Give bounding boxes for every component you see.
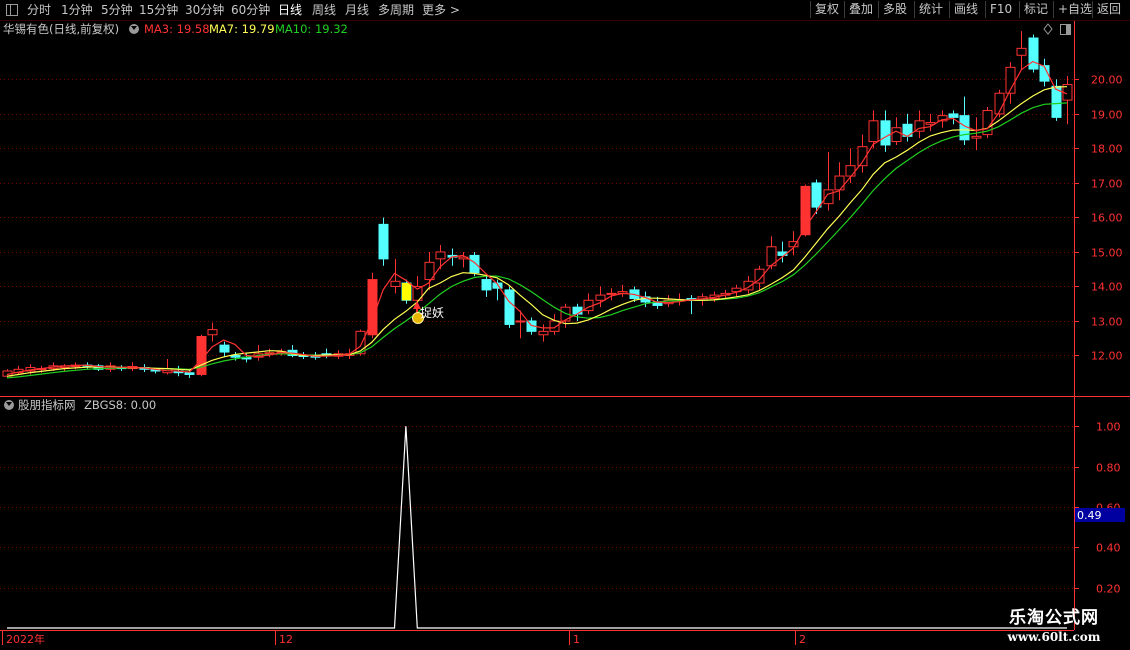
year-label: 2022年 [6,632,45,646]
candle-body [971,135,982,139]
candlestick [515,310,526,339]
candle-body [219,344,230,353]
candlestick [583,293,594,315]
candlestick [162,358,173,375]
candlestick [800,184,811,237]
candlestick [811,179,822,214]
candlestick [253,345,264,361]
candle-body [948,113,959,118]
indicator-tick-label: 1.00 [1096,421,1121,434]
candlestick [766,236,777,270]
candlestick [469,251,480,277]
indicator-tick-label: 0.20 [1096,583,1121,596]
candle-body [515,320,526,323]
candle-body [435,251,446,260]
zbgs8-line [7,426,1067,629]
ma10-line [6,102,1068,379]
candlestick [127,362,138,372]
candle-body [378,223,389,260]
candle-body [184,372,195,375]
candle-body [481,279,492,291]
candle-body [230,354,241,358]
candlestick [367,272,378,339]
candle-body [891,127,902,143]
candlestick [458,251,469,268]
price-tick-label: 16.00 [1091,212,1123,225]
candlestick [207,322,218,342]
candlestick [1062,75,1073,125]
candlestick [504,286,515,328]
candle-body [504,289,515,325]
candlestick [287,345,298,358]
candlestick [1028,34,1039,73]
watermark-logo: 乐淘公式网 www.60lt.com [994,607,1114,645]
candle-body [207,329,218,336]
candle-body [834,175,845,191]
candle-body [606,292,617,295]
candle-body [1016,47,1027,56]
candlestick [1016,31,1027,70]
candlestick [982,107,993,139]
candle-body [880,120,891,146]
price-tick-label: 14.00 [1091,281,1123,294]
diamond-icon[interactable] [1043,23,1053,35]
indicator-tick-label: 0.80 [1096,462,1121,475]
candlestick [378,217,389,266]
candlestick [219,341,230,358]
candlestick [321,348,332,359]
candlestick [686,295,697,315]
signal-label: 捉妖 [420,305,444,320]
candle-body [538,330,549,336]
watermark-url: www.60lt.com [1007,630,1101,644]
candlestick [549,314,560,335]
price-tick-label: 20.00 [1091,74,1123,87]
candle-body [595,294,606,301]
price-tick-label: 19.00 [1091,109,1123,122]
candlestick [435,245,446,270]
candlestick [59,364,70,372]
candle-body [811,182,822,208]
price-tick-label: 13.00 [1091,316,1123,329]
candle-body [264,352,275,355]
candle-body [1028,37,1039,70]
panel-toggle-icon[interactable] [1060,24,1071,35]
candlestick [902,113,913,142]
month-tick-12: 12 [279,633,293,646]
candlestick [959,96,970,145]
price-tick-label: 15.00 [1091,247,1123,260]
price-tick-label: 12.00 [1091,350,1123,363]
candlestick [823,151,834,211]
candlestick [925,113,936,132]
candlestick [880,110,891,152]
indicator-tick-label: 0.40 [1096,542,1121,555]
candle-body [469,254,480,274]
candle-body [390,280,401,287]
price-tick-label: 17.00 [1091,178,1123,191]
month-tick-2: 2 [799,633,806,646]
candlestick [948,110,959,125]
cursor-value: 0.49 [1077,509,1102,522]
candlestick [834,162,845,201]
month-tick-1: 1 [573,633,580,646]
kline-chart-canvas[interactable]: 12.00 13.00 14.00 15.00 16.00 17.00 18.00 19.00… [0,0,1130,650]
candlestick [481,276,492,297]
candle-body [845,165,856,177]
candle-body [549,320,560,332]
candle-body [868,120,879,143]
candlestick [617,284,628,297]
watermark-name: 乐淘公式网 [1009,608,1099,628]
candlestick [994,89,1005,118]
price-tick-label: 18.00 [1091,143,1123,156]
signal-candle [402,283,411,301]
